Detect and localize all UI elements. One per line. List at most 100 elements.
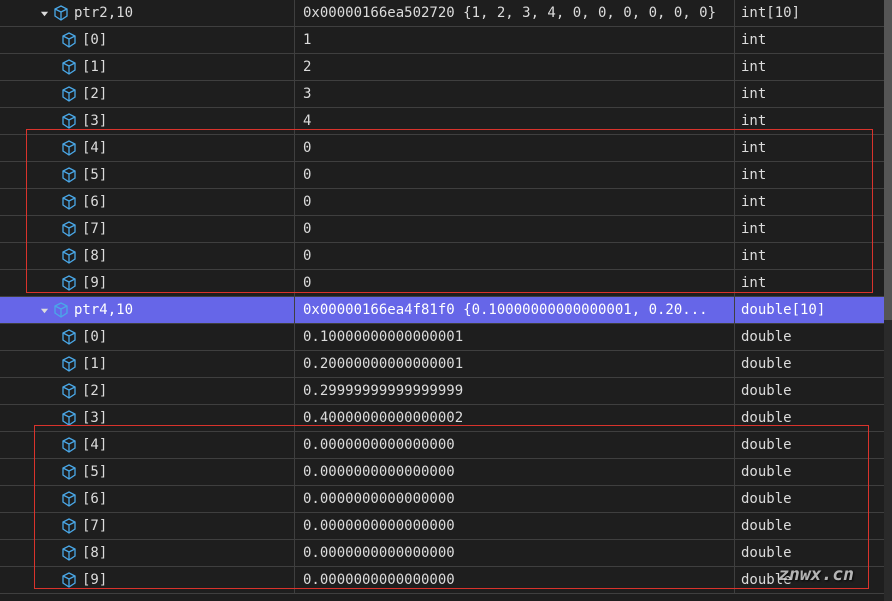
variable-name: [6]	[82, 491, 107, 507]
variable-name: [5]	[82, 167, 107, 183]
watch-name-cell[interactable]: [7]	[0, 216, 295, 242]
watch-value-cell[interactable]: 0x00000166ea4f81f0 {0.10000000000000001,…	[295, 297, 735, 323]
variable-name: [3]	[82, 410, 107, 426]
variable-name: [8]	[82, 248, 107, 264]
watch-name-cell[interactable]: ptr4,10	[0, 297, 295, 323]
watch-value-cell[interactable]: 0.0000000000000000	[295, 486, 735, 512]
table-row[interactable]: [2]3int	[0, 81, 892, 108]
watch-name-cell[interactable]: [5]	[0, 162, 295, 188]
table-row[interactable]: [3]4int	[0, 108, 892, 135]
watch-name-cell[interactable]: [5]	[0, 459, 295, 485]
table-row[interactable]: [8]0.0000000000000000double	[0, 540, 892, 567]
watch-name-cell[interactable]: ptr2,10	[0, 0, 295, 26]
watch-value-cell[interactable]: 0	[295, 162, 735, 188]
watch-value-cell[interactable]: 0.0000000000000000	[295, 459, 735, 485]
variable-cube-icon	[60, 58, 78, 76]
table-row[interactable]: [7]0int	[0, 216, 892, 243]
table-row[interactable]: [8] 0int	[0, 243, 892, 270]
watch-name-cell[interactable]: [6]	[0, 486, 295, 512]
watch-name-cell[interactable]: [2]	[0, 81, 295, 107]
table-row[interactable]: [0]0.10000000000000001double	[0, 324, 892, 351]
watch-name-cell[interactable]: [4]	[0, 432, 295, 458]
variable-cube-icon	[60, 436, 78, 454]
table-row[interactable]: [0]1int	[0, 27, 892, 54]
watch-name-cell[interactable]: [2]	[0, 378, 295, 404]
variable-name: [1]	[82, 59, 107, 75]
variable-cube-icon	[60, 517, 78, 535]
watch-name-cell[interactable]: [9]	[0, 567, 295, 593]
variable-name: [9]	[82, 572, 107, 588]
watch-name-cell[interactable]: [8]	[0, 243, 295, 269]
watch-type-cell: int	[735, 189, 892, 215]
variable-cube-icon	[60, 274, 78, 292]
variable-name: [4]	[82, 437, 107, 453]
table-row[interactable]: [5]0int	[0, 162, 892, 189]
table-row[interactable]: [2]0.29999999999999999double	[0, 378, 892, 405]
table-row[interactable]: [6] 0.0000000000000000double	[0, 486, 892, 513]
watch-name-cell[interactable]: [1]	[0, 54, 295, 80]
watch-name-cell[interactable]: [0]	[0, 27, 295, 53]
watch-name-cell[interactable]: [3]	[0, 405, 295, 431]
variable-name: [4]	[82, 140, 107, 156]
watch-name-cell[interactable]: [6]	[0, 189, 295, 215]
watch-name-cell[interactable]: [4]	[0, 135, 295, 161]
variable-cube-icon	[60, 382, 78, 400]
watch-value-cell[interactable]: 0	[295, 189, 735, 215]
table-row[interactable]: ptr2,100x00000166ea502720 {1, 2, 3, 4, 0…	[0, 0, 892, 27]
watch-type-cell: int	[735, 270, 892, 296]
watch-type-cell: double	[735, 486, 892, 512]
watch-type-cell: double	[735, 540, 892, 566]
watch-type-cell: int	[735, 243, 892, 269]
table-row[interactable]: [3]0.40000000000000002double	[0, 405, 892, 432]
variable-name: [9]	[82, 275, 107, 291]
watch-name-cell[interactable]: [0]	[0, 324, 295, 350]
table-row[interactable]: [1]0.20000000000000001double	[0, 351, 892, 378]
variable-cube-icon	[60, 463, 78, 481]
watch-value-cell[interactable]: 0	[295, 270, 735, 296]
watch-type-cell: double	[735, 513, 892, 539]
watch-value-cell[interactable]: 0	[295, 243, 735, 269]
watch-name-cell[interactable]: [7]	[0, 513, 295, 539]
watch-value-cell[interactable]: 3	[295, 81, 735, 107]
watch-value-cell[interactable]: 1	[295, 27, 735, 53]
watch-type-cell: int	[735, 27, 892, 53]
watch-type-cell: int	[735, 216, 892, 242]
watch-value-cell[interactable]: 0.29999999999999999	[295, 378, 735, 404]
watch-value-cell[interactable]: 0x00000166ea502720 {1, 2, 3, 4, 0, 0, 0,…	[295, 0, 735, 26]
watch-value-cell[interactable]: 0	[295, 135, 735, 161]
variable-cube-icon	[60, 544, 78, 562]
variable-name: [7]	[82, 518, 107, 534]
table-row[interactable]: [1] 2int	[0, 54, 892, 81]
table-row[interactable]: [4]0.0000000000000000double	[0, 432, 892, 459]
watch-value-cell[interactable]: 0.0000000000000000	[295, 567, 735, 593]
table-row[interactable]: [6]0int	[0, 189, 892, 216]
table-row[interactable]: [7] 0.0000000000000000double	[0, 513, 892, 540]
watch-value-cell[interactable]: 0	[295, 216, 735, 242]
watch-type-cell: int	[735, 54, 892, 80]
table-row[interactable]: [5]0.0000000000000000double	[0, 459, 892, 486]
watch-name-cell[interactable]: [8]	[0, 540, 295, 566]
expand-toggle-icon[interactable]	[38, 304, 50, 316]
table-row[interactable]: ptr4,100x00000166ea4f81f0 {0.10000000000…	[0, 297, 892, 324]
watch-value-cell[interactable]: 0.20000000000000001	[295, 351, 735, 377]
watch-type-cell: int	[735, 135, 892, 161]
table-row[interactable]: [4] 0int	[0, 135, 892, 162]
variable-cube-icon	[60, 85, 78, 103]
watch-value-cell[interactable]: 0.10000000000000001	[295, 324, 735, 350]
watch-name-cell[interactable]: [1]	[0, 351, 295, 377]
vertical-scrollbar[interactable]	[884, 0, 892, 601]
watch-value-cell[interactable]: 4	[295, 108, 735, 134]
watch-name-cell[interactable]: [3]	[0, 108, 295, 134]
scrollbar-thumb[interactable]	[884, 0, 892, 320]
table-row[interactable]: [9] 0int	[0, 270, 892, 297]
watch-value-cell[interactable]: 0.0000000000000000	[295, 513, 735, 539]
watch-value-cell[interactable]: 0.0000000000000000	[295, 540, 735, 566]
watch-name-cell[interactable]: [9]	[0, 270, 295, 296]
watch-value-cell[interactable]: 0.40000000000000002	[295, 405, 735, 431]
watch-type-cell: int	[735, 81, 892, 107]
expand-toggle-icon[interactable]	[38, 7, 50, 19]
table-row[interactable]: [9]0.0000000000000000double	[0, 567, 892, 594]
watch-value-cell[interactable]: 2	[295, 54, 735, 80]
variable-cube-icon	[60, 31, 78, 49]
watch-value-cell[interactable]: 0.0000000000000000	[295, 432, 735, 458]
